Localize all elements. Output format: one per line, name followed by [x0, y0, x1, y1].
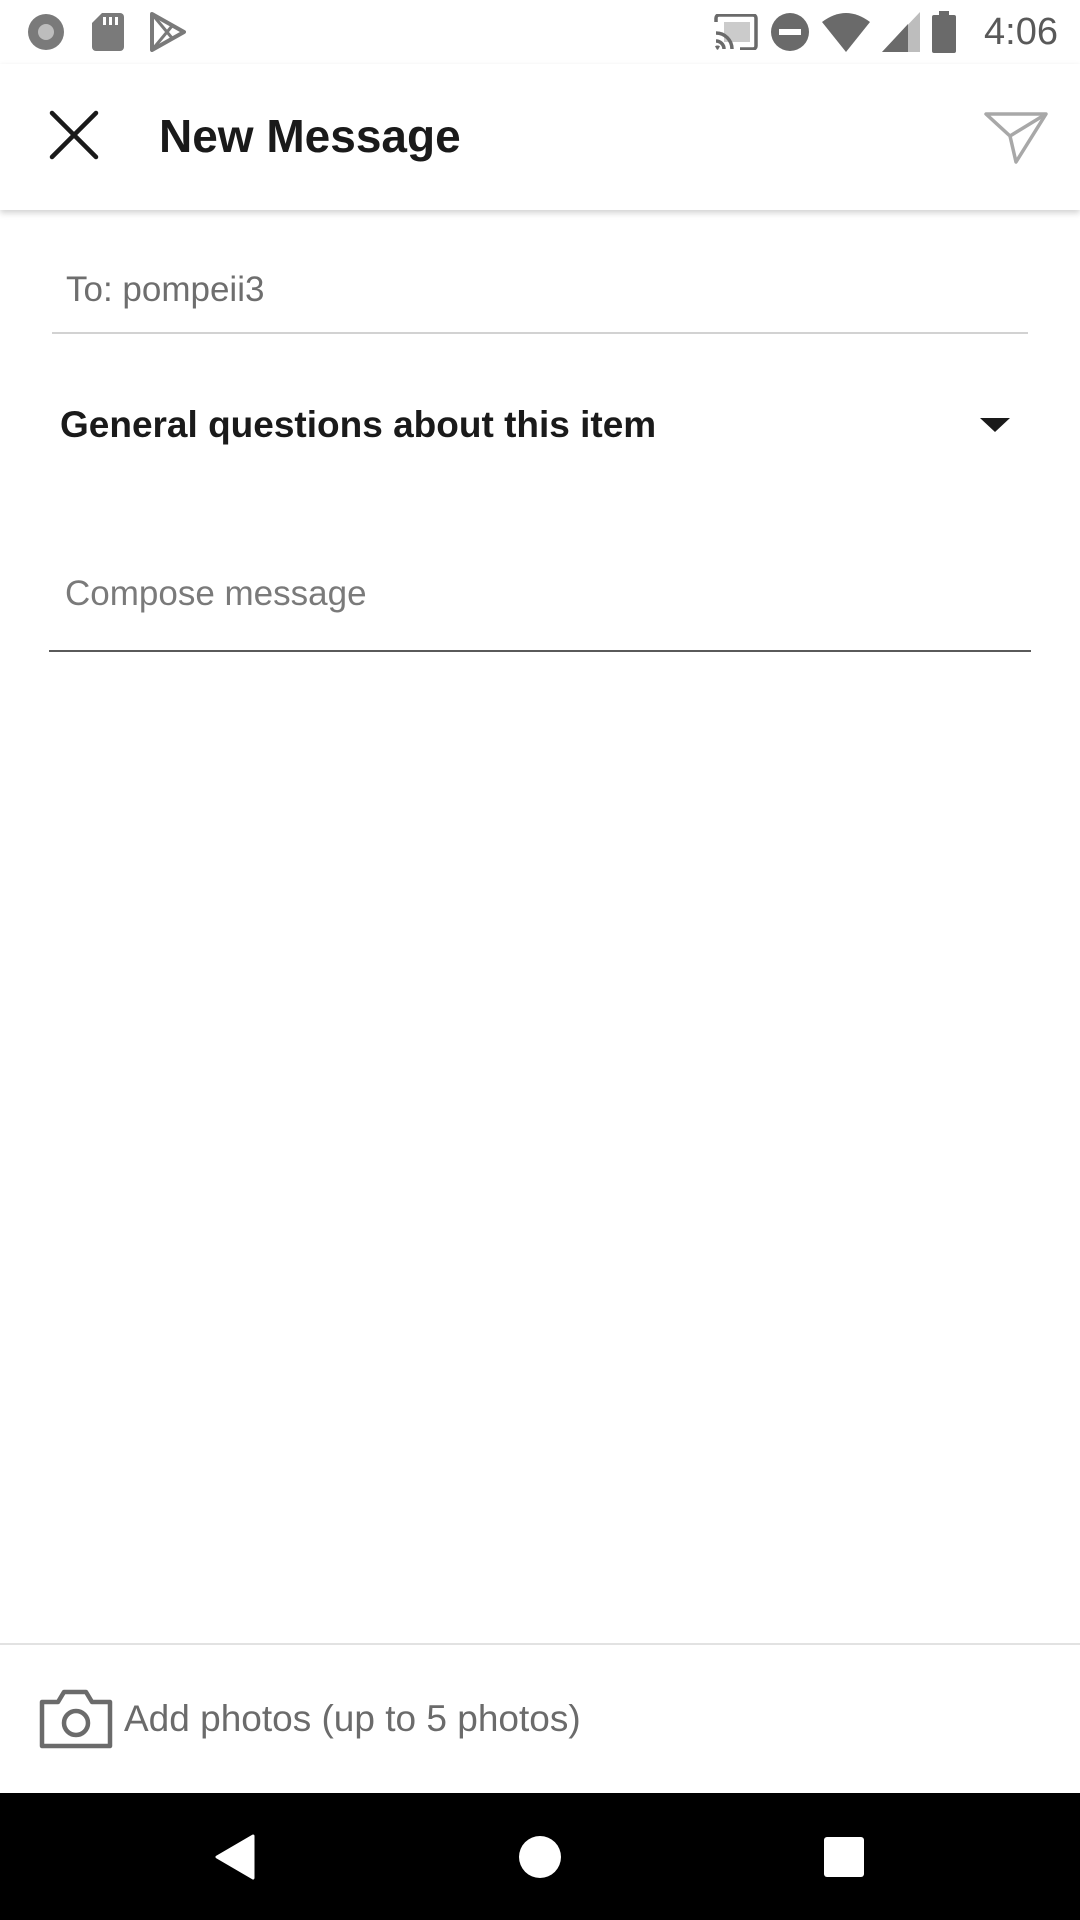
new-message-screen: 4:06 New Message To: pompeii3 General qu… [0, 0, 1080, 1920]
status-time: 4:06 [984, 10, 1058, 53]
navigation-bar [0, 1793, 1080, 1920]
recents-button[interactable] [784, 1793, 904, 1920]
close-icon [48, 109, 100, 161]
status-bar-left [26, 11, 186, 53]
add-photos-button[interactable]: Add photos (up to 5 photos) [0, 1643, 1080, 1793]
recipient-field[interactable]: To: pompeii3 [52, 258, 1028, 334]
page-title: New Message [159, 110, 461, 162]
recents-icon [823, 1836, 865, 1878]
app-bar: New Message [0, 64, 1080, 210]
status-bar-right: 4:06 [714, 6, 1058, 58]
sd-card-icon [92, 13, 124, 51]
send-icon [983, 109, 1049, 165]
battery-icon [932, 11, 957, 53]
signal-icon [882, 12, 921, 52]
wifi-icon [822, 12, 871, 52]
back-icon [215, 1834, 255, 1880]
status-bar: 4:06 [0, 0, 1080, 64]
subject-selected-label: General questions about this item [60, 404, 657, 445]
record-icon [26, 12, 66, 52]
play-store-icon [150, 12, 186, 52]
send-button[interactable] [974, 99, 1058, 175]
close-button[interactable] [30, 91, 118, 179]
subject-dropdown[interactable]: General questions about this item [52, 385, 1028, 465]
compose-message-input[interactable] [49, 560, 1031, 652]
camera-icon [38, 1688, 114, 1750]
do-not-disturb-icon [770, 12, 810, 52]
home-button[interactable] [480, 1793, 600, 1920]
back-button[interactable] [175, 1793, 295, 1920]
dropdown-arrow-icon [980, 418, 1010, 432]
add-photos-label: Add photos (up to 5 photos) [124, 1698, 581, 1739]
cast-icon [714, 14, 758, 50]
home-icon [518, 1835, 562, 1879]
